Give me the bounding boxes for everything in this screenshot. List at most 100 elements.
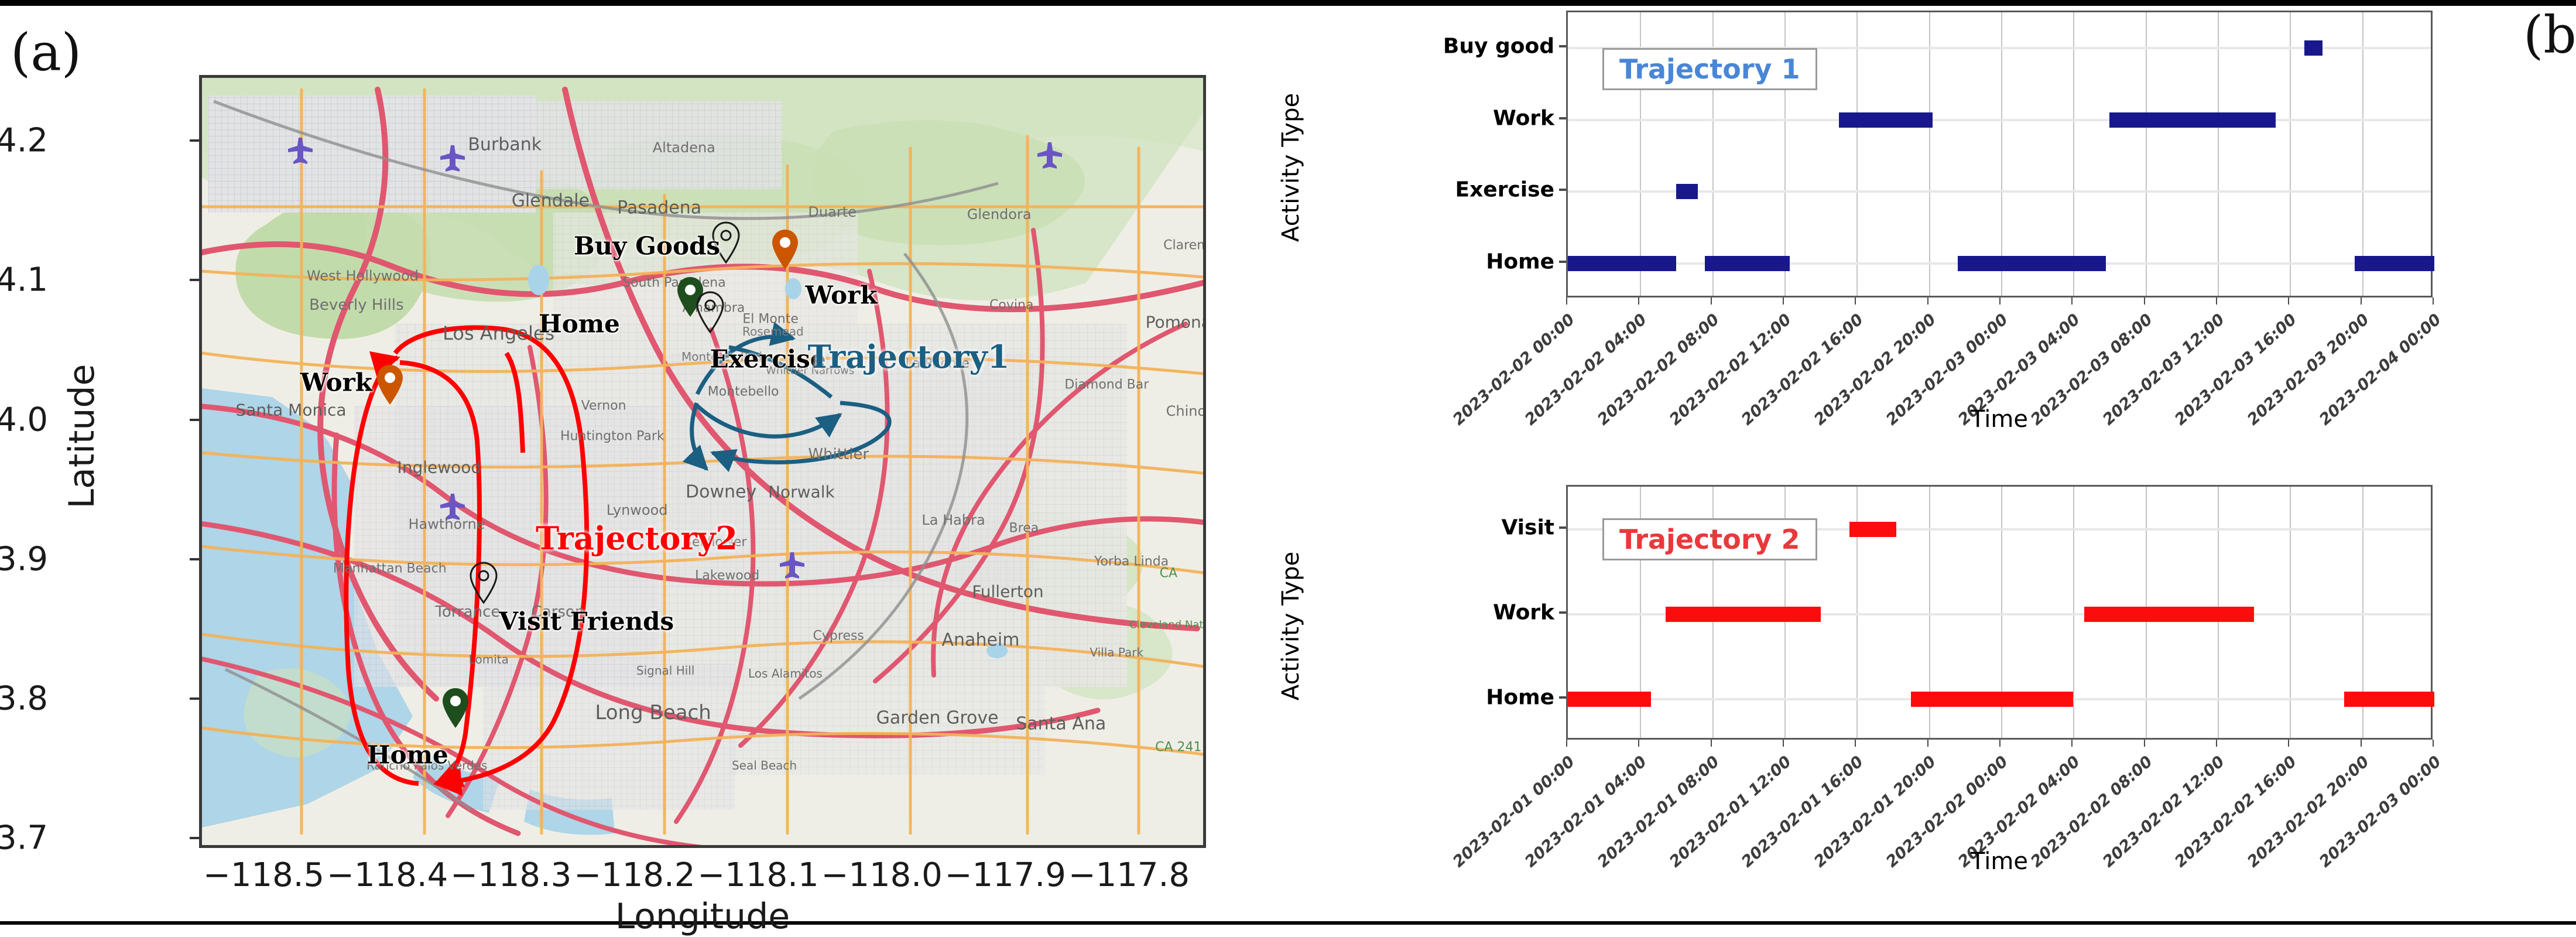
poi-label-home: Home: [366, 740, 448, 770]
activity-bar-home[interactable]: [1705, 255, 1790, 271]
x-tick-label: 2023-02-02 16:00: [2171, 753, 2301, 871]
activity-bar-home[interactable]: [2344, 691, 2434, 707]
vertical-gridline: [2073, 487, 2075, 738]
chart-2-ylabel: Activity Type: [1277, 551, 1304, 701]
y-tick-mark: [1559, 189, 1566, 191]
vertical-gridline: [1856, 12, 1858, 296]
map-lat-tick: 33.9: [0, 540, 48, 579]
activity-bar-home[interactable]: [1910, 691, 2074, 707]
x-tick-label: 2023-02-01 00:00: [1449, 753, 1578, 871]
x-tick-mark: [2288, 740, 2290, 747]
panel-a-map: (a) 34.234.134.033.933.833.7−118.5−118.4…: [0, 6, 1259, 937]
x-tick-mark: [1927, 297, 1928, 305]
y-tick-mark: [1559, 696, 1566, 699]
x-tick-mark: [2143, 740, 2145, 747]
x-tick-mark: [1855, 740, 1856, 747]
x-tick-mark: [1638, 740, 1640, 747]
chart-1-xlabel: Time: [1971, 406, 2028, 433]
x-tick-mark: [2360, 740, 2362, 747]
map-lat-tick: 33.7: [0, 819, 48, 857]
vertical-gridline: [2001, 12, 2002, 296]
activity-bar-home[interactable]: [1958, 255, 2106, 271]
x-tick-label: 2023-02-03 00:00: [2315, 753, 2445, 871]
x-tick-mark: [2071, 740, 2073, 747]
vertical-gridline: [2290, 12, 2291, 296]
activity-bar-work[interactable]: [2109, 112, 2276, 128]
category-baseline: [1568, 118, 2431, 121]
activity-bar-home[interactable]: [2355, 255, 2434, 271]
chart-1-title-box: Trajectory 1: [1602, 47, 1817, 90]
x-tick-mark: [1783, 740, 1784, 747]
map-plot-area: Burbank Glendale Pasadena Altadena Duarte Gle…: [199, 75, 1206, 848]
y-tick-label: Work: [1493, 600, 1554, 624]
y-tick-mark: [1559, 611, 1566, 614]
vertical-gridline: [2362, 12, 2363, 296]
chart-2-title-box: Trajectory 2: [1602, 518, 1817, 560]
activity-bar-work[interactable]: [1838, 112, 1933, 128]
poi-label-work: Work: [805, 281, 878, 310]
x-tick-mark: [1638, 297, 1640, 305]
activity-bar-home[interactable]: [1568, 255, 1676, 271]
activity-bar-buy-good[interactable]: [2304, 40, 2322, 56]
map-xlabel: Longitude: [615, 896, 790, 937]
x-tick-label: 2023-02-01 12:00: [1666, 753, 1795, 871]
visit-pin[interactable]: [468, 560, 499, 604]
map-lat-tick: 34.1: [0, 261, 48, 299]
x-tick-mark: [1927, 740, 1928, 747]
trajectory-overlay: [344, 322, 892, 796]
x-tick-label: 2023-02-03 16:00: [2171, 310, 2301, 429]
y-tick-mark: [1559, 260, 1566, 263]
vertical-gridline: [1928, 12, 1930, 296]
x-tick-mark: [1566, 740, 1567, 747]
chart-2-xlabel: Time: [1971, 848, 2028, 875]
x-tick-label: 2023-02-01 04:00: [1522, 753, 1651, 871]
panel-b-charts: (b) Trajectory 1 Home Exercise Work Buy good…: [1259, 0, 2576, 925]
y-tick-label: Visit: [1501, 515, 1554, 539]
x-tick-label: 2023-02-02 12:00: [1666, 310, 1795, 429]
vertical-gridline: [2218, 12, 2219, 296]
map-lat-tick: 34.0: [0, 401, 48, 439]
activity-bar-work[interactable]: [2084, 606, 2254, 622]
chart-1-ylabel: Activity Type: [1277, 93, 1304, 242]
poi-label-visit-friends: Visit Friends: [499, 607, 674, 636]
x-tick-mark: [1710, 297, 1712, 305]
exercise-pin[interactable]: [694, 290, 726, 334]
x-tick-mark: [2433, 740, 2434, 747]
map-lat-tick: 34.2: [0, 121, 48, 160]
y-tick-label: Home: [1486, 249, 1554, 274]
x-tick-mark: [1999, 740, 2000, 747]
activity-bar-work[interactable]: [1665, 606, 1821, 622]
vertical-gridline: [2290, 487, 2291, 738]
activity-bar-home[interactable]: [1568, 691, 1651, 707]
poi-label-work: Work: [300, 368, 372, 397]
y-tick-label: Home: [1486, 685, 1554, 709]
y-tick-mark: [1559, 117, 1566, 119]
home-pin[interactable]: [440, 686, 471, 729]
poi-label-buy-goods: Buy Goods: [574, 231, 721, 261]
map-lat-tick: 33.8: [0, 679, 48, 718]
y-tick-label: Exercise: [1455, 177, 1554, 202]
y-tick-label: Buy good: [1443, 34, 1554, 59]
x-tick-mark: [1710, 740, 1712, 747]
x-tick-label: 2023-02-01 08:00: [1594, 753, 1723, 871]
x-tick-label: 2023-02-03 20:00: [2243, 310, 2373, 429]
panel-b-letter: (b): [2523, 5, 2576, 65]
x-tick-mark: [2216, 740, 2217, 747]
work-pin[interactable]: [374, 363, 406, 406]
poi-label-home: Home: [539, 309, 620, 338]
x-tick-mark: [2216, 297, 2217, 305]
x-tick-mark: [2433, 297, 2434, 305]
y-tick-mark: [1559, 526, 1566, 529]
x-tick-mark: [1855, 297, 1856, 305]
x-tick-label: 2023-02-01 16:00: [1738, 753, 1868, 871]
activity-bar-exercise[interactable]: [1676, 184, 1698, 200]
x-tick-label: 2023-02-02 08:00: [1594, 310, 1723, 429]
activity-bar-visit[interactable]: [1849, 521, 1897, 537]
panel-a-letter: (a): [11, 22, 82, 83]
x-tick-label: 2023-02-04 00:00: [2315, 310, 2445, 429]
x-tick-label: 2023-02-02 20:00: [2243, 753, 2373, 871]
trajectory2-map-label: Trajectory2: [536, 519, 738, 557]
work-pin[interactable]: [769, 227, 801, 271]
x-tick-mark: [1999, 297, 2000, 305]
x-tick-mark: [2360, 297, 2362, 305]
